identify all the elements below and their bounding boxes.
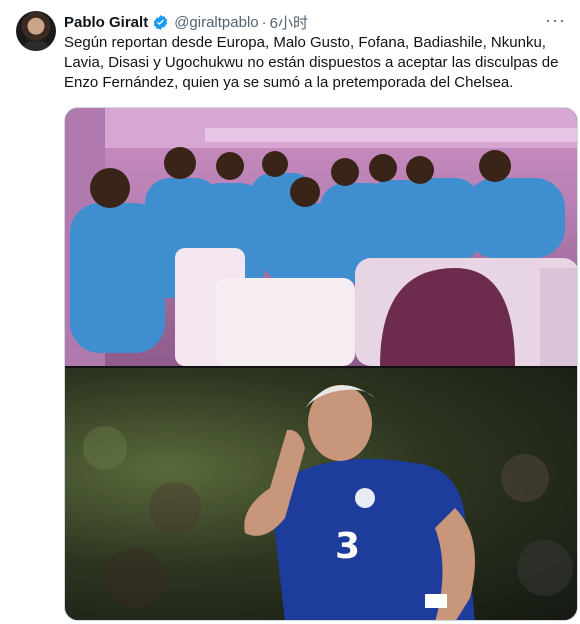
post-time[interactable]: 6小时 [270,12,308,33]
stadium-scene: 3 [83,385,573,620]
tweet-header: Pablo Giralt @giraltpablo · 6小时 [64,12,308,32]
photo-player-chelsea-kit[interactable]: 3 [65,368,577,620]
author-handle[interactable]: @giraltpablo [174,14,258,31]
author-name[interactable]: Pablo Giralt [64,14,148,31]
more-options-icon[interactable]: ··· [545,10,566,31]
separator-dot: · [261,13,267,31]
tweet-text: Según reportan desde Europa, Malo Gusto,… [64,34,559,91]
tweet-media[interactable]: 3 [64,107,578,621]
photo-players-airplane[interactable] [65,108,577,366]
airplane-scene [65,108,577,366]
svg-text:3: 3 [335,526,360,567]
author-avatar[interactable] [16,11,56,51]
verified-badge-icon [153,14,168,30]
